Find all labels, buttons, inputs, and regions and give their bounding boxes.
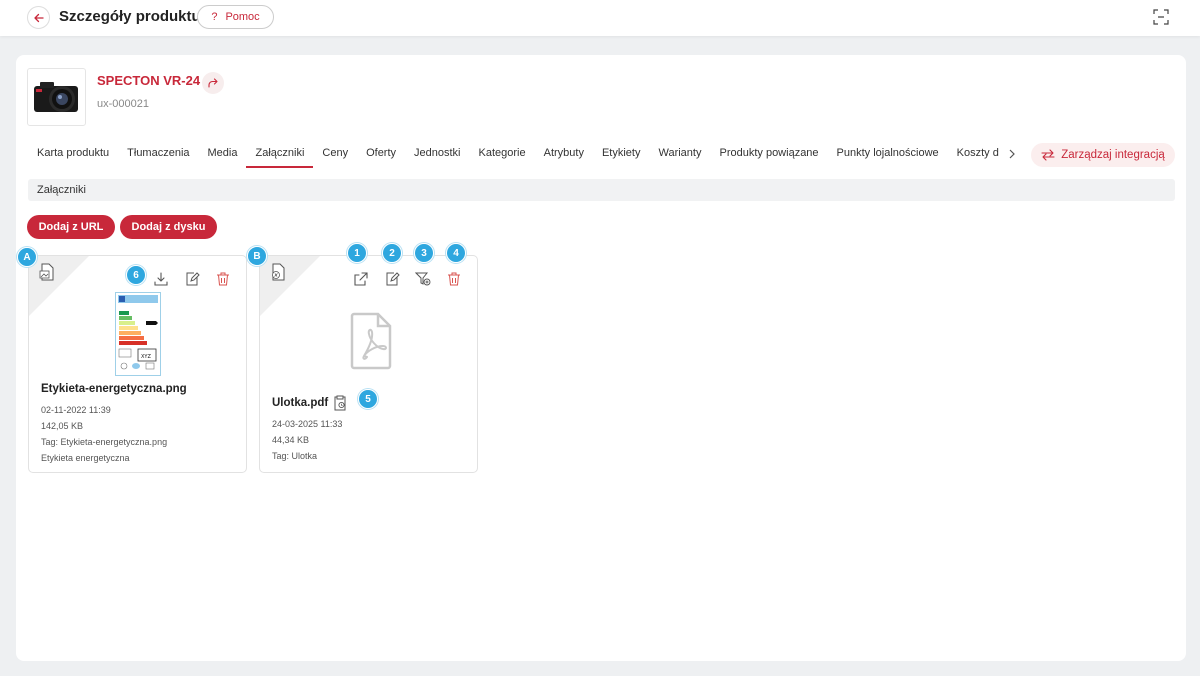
tab-koszty[interactable]: Koszty d <box>948 144 1008 168</box>
tab-karta-produktu[interactable]: Karta produktu <box>28 144 118 168</box>
tab-produkty-powiazane[interactable]: Produkty powiązane <box>710 144 827 168</box>
tab-zalaczniki[interactable]: Załączniki <box>246 144 314 168</box>
annotation-badge-3: 3 <box>414 243 434 263</box>
add-from-disk-button[interactable]: Dodaj z dysku <box>120 215 217 239</box>
swap-arrows-icon <box>1041 149 1055 161</box>
card-corner <box>29 256 89 316</box>
manage-integration-button[interactable]: Zarządzaj integracją <box>1031 143 1175 167</box>
annotation-badge-b: B <box>247 246 267 266</box>
fullscreen-icon[interactable] <box>1153 9 1169 25</box>
attachment-meta: 02-11-2022 11:39 142,05 KB Tag: Etykieta… <box>41 402 167 466</box>
trash-icon[interactable] <box>215 271 231 287</box>
top-bar: Szczegóły produktu ? Pomoc <box>0 0 1200 36</box>
attachment-tag: Tag: Ulotka <box>272 451 318 461</box>
page-title: Szczegóły produktu <box>59 8 201 25</box>
annotation-badge-4: 4 <box>446 243 466 263</box>
question-icon: ? <box>211 11 218 23</box>
annotation-badge-a: A <box>17 247 37 267</box>
tab-ceny[interactable]: Ceny <box>313 144 357 168</box>
tab-jednostki[interactable]: Jednostki <box>405 144 469 168</box>
filter-add-icon[interactable] <box>415 271 431 287</box>
tab-punkty-lojalnosciowe[interactable]: Punkty lojalnościowe <box>828 144 948 168</box>
arrow-left-icon <box>33 13 44 22</box>
tab-oferty[interactable]: Oferty <box>357 144 405 168</box>
product-code: ux-000021 <box>97 98 149 110</box>
clipboard-copy-icon[interactable] <box>333 395 347 411</box>
energy-label-text: XYZ <box>141 354 151 360</box>
attachment-name: Etykieta-energetyczna.png <box>41 383 187 395</box>
edit-icon[interactable] <box>184 271 200 287</box>
tab-kategorie[interactable]: Kategorie <box>470 144 535 168</box>
attachment-card: Ulotka.pdf 24-03-2025 11:33 44,34 KB Tag… <box>259 255 478 473</box>
attachment-description: Etykieta energetyczna <box>41 453 130 463</box>
annotation-badge-2: 2 <box>382 243 402 263</box>
attachment-size: 142,05 KB <box>41 421 84 431</box>
edit-icon[interactable] <box>384 271 400 287</box>
share-icon <box>208 78 218 88</box>
tab-media[interactable]: Media <box>199 144 247 168</box>
pdf-placeholder-icon <box>350 312 392 370</box>
section-title: Załączniki <box>28 179 1175 201</box>
attachment-date: 24-03-2025 11:33 <box>272 419 343 429</box>
tab-warianty[interactable]: Warianty <box>649 144 710 168</box>
product-name[interactable]: SPECTON VR-24 <box>97 73 200 88</box>
attachment-size: 44,34 KB <box>272 435 310 445</box>
product-thumbnail <box>27 68 86 126</box>
tab-bar: Karta produktu Tłumaczenia Media Załączn… <box>28 144 1008 168</box>
energy-label-preview: XYZ <box>115 292 161 376</box>
product-card: SPECTON VR-24 ux-000021 Karta produktu T… <box>16 55 1186 661</box>
open-external-icon[interactable] <box>353 271 369 287</box>
attachment-card: XYZ Etykieta-energetyczna.png 02-11-2022… <box>28 255 247 473</box>
attachment-meta: 24-03-2025 11:33 44,34 KB Tag: Ulotka <box>272 416 342 464</box>
add-from-url-button[interactable]: Dodaj z URL <box>27 215 115 239</box>
help-label: Pomoc <box>225 11 260 23</box>
trash-icon[interactable] <box>446 271 462 287</box>
attachment-date: 02-11-2022 11:39 <box>41 405 111 415</box>
image-file-icon <box>39 263 54 281</box>
download-icon[interactable] <box>153 271 169 287</box>
annotation-badge-1: 1 <box>347 243 367 263</box>
annotation-badge-6: 6 <box>126 265 146 285</box>
share-button[interactable] <box>202 72 224 94</box>
attachment-name: Ulotka.pdf <box>272 397 329 409</box>
manage-integration-label: Zarządzaj integracją <box>1061 149 1165 161</box>
chevron-right-icon[interactable] <box>1006 147 1018 161</box>
tab-tlumaczenia[interactable]: Tłumaczenia <box>118 144 198 168</box>
back-button[interactable] <box>27 6 50 29</box>
tab-atrybuty[interactable]: Atrybuty <box>535 144 593 168</box>
attachment-tag: Tag: Etykieta-energetyczna.png <box>41 437 168 447</box>
annotation-badge-5: 5 <box>358 389 378 409</box>
pdf-file-icon <box>272 263 285 281</box>
energy-label-graphic: XYZ <box>118 295 158 370</box>
help-button[interactable]: ? Pomoc <box>197 5 274 29</box>
tab-etykiety[interactable]: Etykiety <box>593 144 650 168</box>
card-corner <box>260 256 320 316</box>
camera-image <box>33 82 78 112</box>
